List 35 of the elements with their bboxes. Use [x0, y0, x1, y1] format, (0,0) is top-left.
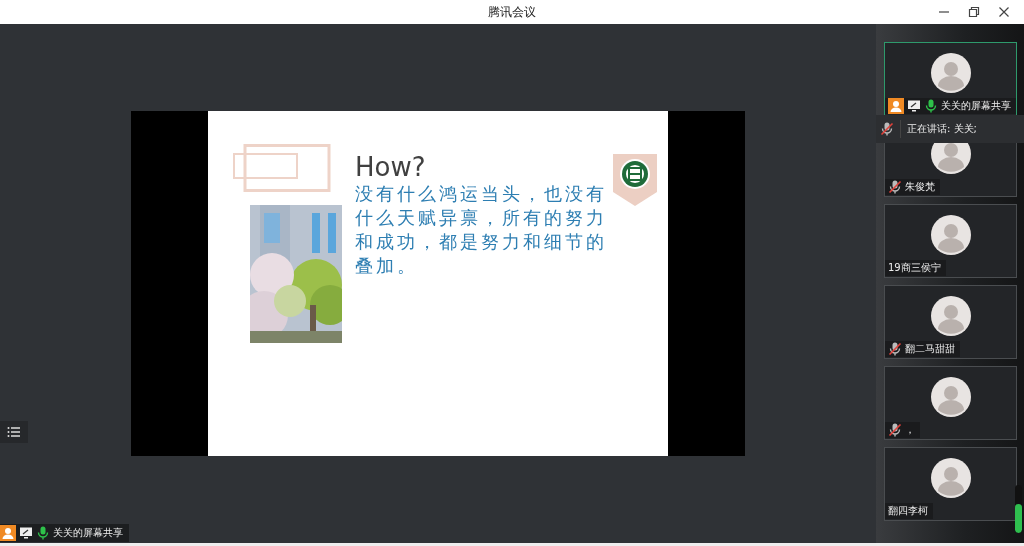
muted-mic-icon[interactable]	[888, 180, 902, 194]
participant-tile[interactable]: 关关的屏幕共享	[884, 42, 1017, 116]
muted-mic-icon[interactable]	[880, 122, 894, 136]
screen-share-icon	[19, 526, 33, 540]
close-icon[interactable]	[998, 6, 1010, 18]
participant-name: 19商三侯宁	[888, 261, 941, 275]
mic-icon[interactable]	[36, 526, 50, 540]
avatar-icon	[930, 215, 971, 255]
participant-tile[interactable]: 19商三侯宁	[884, 204, 1017, 278]
muted-mic-icon[interactable]	[888, 342, 902, 356]
emblem-icon	[613, 154, 657, 206]
participant-name: 翻二马甜甜	[905, 342, 955, 356]
muted-mic-icon[interactable]	[888, 423, 902, 437]
participant-name: 翻四李柯	[888, 504, 928, 518]
presenter-name: 关关的屏幕共享	[53, 526, 123, 540]
person-icon	[0, 525, 16, 541]
screen-share-icon	[907, 99, 921, 113]
participant-name: ，	[905, 423, 915, 437]
participant-name: 朱俊梵	[905, 180, 935, 194]
menu-button[interactable]	[0, 421, 28, 443]
slide-title: How?	[355, 152, 427, 182]
speaking-text: 正在讲话: 关关;	[907, 122, 977, 136]
avatar-icon	[930, 53, 971, 93]
participant-name: 关关的屏幕共享	[941, 99, 1011, 113]
window-title: 腾讯会议	[488, 3, 536, 21]
slide-text: 没有什么鸿运当头，也没有什么天赋异禀，所有的努力和成功，都是努力和细节的叠加。	[355, 182, 608, 278]
participant-tile[interactable]: ，	[884, 366, 1017, 440]
avatar-icon	[930, 296, 971, 336]
participant-tile[interactable]: 翻四李柯	[884, 447, 1017, 521]
menu-icon	[7, 426, 21, 438]
mic-icon[interactable]	[924, 99, 938, 113]
restore-icon[interactable]	[968, 6, 980, 18]
participant-tile[interactable]: 翻二马甜甜	[884, 285, 1017, 359]
avatar-icon	[930, 377, 971, 417]
avatar-icon	[930, 458, 971, 498]
